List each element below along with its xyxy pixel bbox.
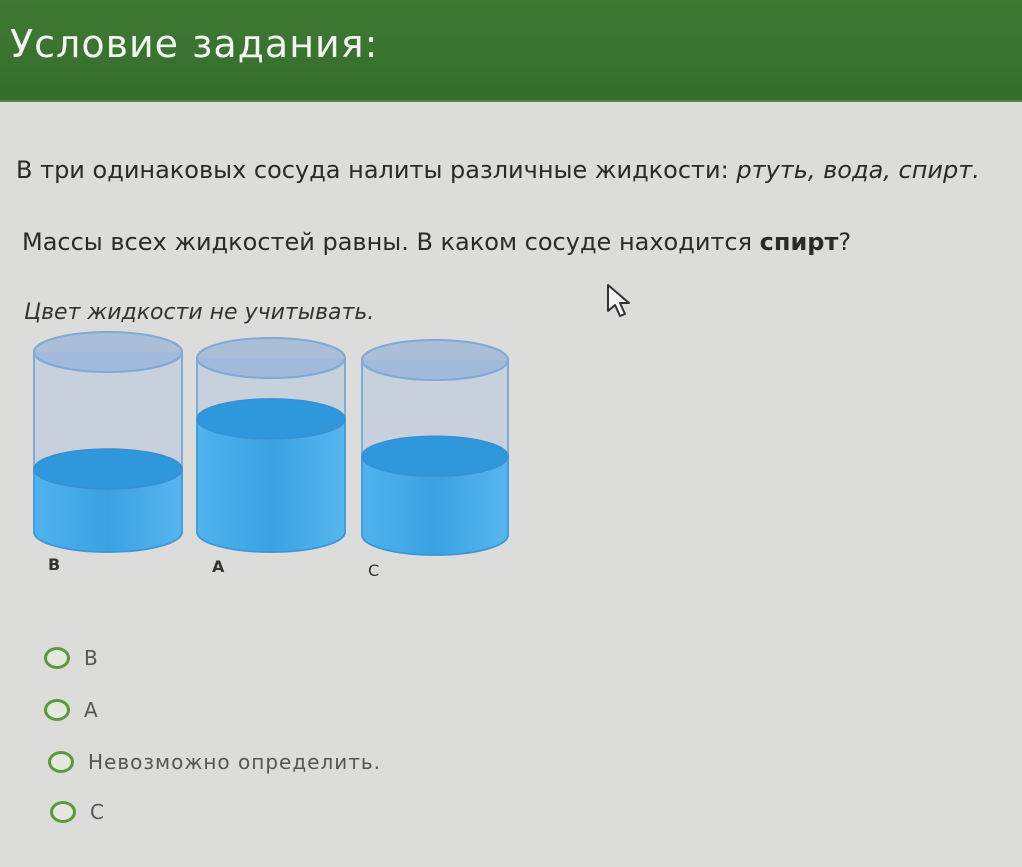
liquid-surface <box>361 435 509 477</box>
vessel-B <box>33 331 183 553</box>
radio-button[interactable] <box>50 801 76 823</box>
vessel-rim <box>196 337 346 379</box>
answer-label: C <box>90 800 105 824</box>
vessel-rim <box>33 331 183 373</box>
vessel-A <box>196 337 346 553</box>
radio-button[interactable] <box>48 751 74 773</box>
answer-option-b[interactable]: B <box>44 640 99 676</box>
vessel-C <box>361 339 509 556</box>
answer-option-undetermined[interactable]: Невозможно определить. <box>48 744 381 780</box>
answer-label: Невозможно определить. <box>88 750 382 774</box>
vessel-label-0: B <box>48 555 61 574</box>
answer-option-c[interactable]: C <box>50 794 105 830</box>
answer-label: A <box>84 698 99 722</box>
liquid-surface <box>33 448 183 490</box>
vessel-rim <box>361 339 509 381</box>
radio-button[interactable] <box>44 699 70 721</box>
vessel-label-2: C <box>368 561 380 580</box>
liquid-surface <box>196 398 346 440</box>
vessels-figure <box>33 331 509 556</box>
answer-option-a[interactable]: A <box>44 692 99 728</box>
answer-label: B <box>84 646 99 670</box>
vessel-label-1: A <box>212 557 225 576</box>
radio-button[interactable] <box>44 647 70 669</box>
